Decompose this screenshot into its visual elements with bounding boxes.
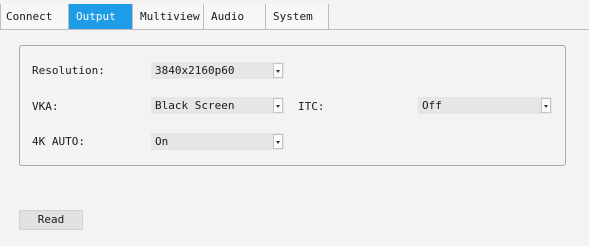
read-button[interactable]: Read — [19, 210, 83, 230]
4k-auto-value: On — [155, 135, 169, 148]
4k-auto-label: 4K AUTO: — [32, 135, 85, 148]
resolution-dropdown-arrow-icon[interactable] — [273, 63, 283, 78]
tab-multiview[interactable]: Multiview — [133, 4, 204, 29]
itc-select[interactable]: Off — [418, 97, 552, 114]
vka-dropdown-arrow-icon[interactable] — [273, 98, 283, 113]
vka-value: Black Screen — [155, 99, 235, 112]
tab-audio[interactable]: Audio — [204, 4, 266, 29]
resolution-label: Resolution: — [32, 64, 105, 77]
resolution-value: 3840x2160p60 — [155, 64, 235, 77]
4k-auto-select[interactable]: On — [151, 133, 284, 150]
itc-dropdown-arrow-icon[interactable] — [541, 98, 551, 113]
itc-label: ITC: — [298, 100, 325, 113]
tab-connect[interactable]: Connect — [0, 4, 69, 29]
vka-label: VKA: — [32, 100, 59, 113]
tab-system[interactable]: System — [266, 4, 329, 29]
resolution-select[interactable]: 3840x2160p60 — [151, 62, 284, 79]
4k-auto-dropdown-arrow-icon[interactable] — [273, 134, 283, 149]
itc-value: Off — [422, 99, 442, 112]
tab-bar: Connect Output Multiview Audio System — [0, 4, 589, 30]
output-settings-panel: Resolution: 3840x2160p60 VKA: Black Scre… — [19, 45, 566, 166]
tab-output[interactable]: Output — [69, 4, 133, 29]
vka-select[interactable]: Black Screen — [151, 97, 284, 114]
